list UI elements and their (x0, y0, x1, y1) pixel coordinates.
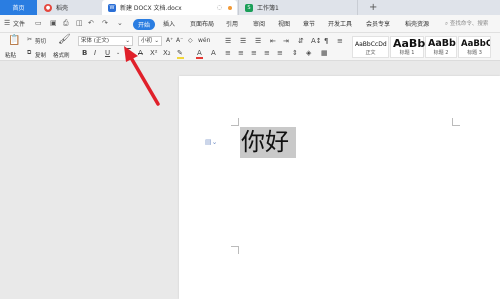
arrow-shaft (128, 54, 160, 106)
annotation-arrow (124, 46, 160, 106)
